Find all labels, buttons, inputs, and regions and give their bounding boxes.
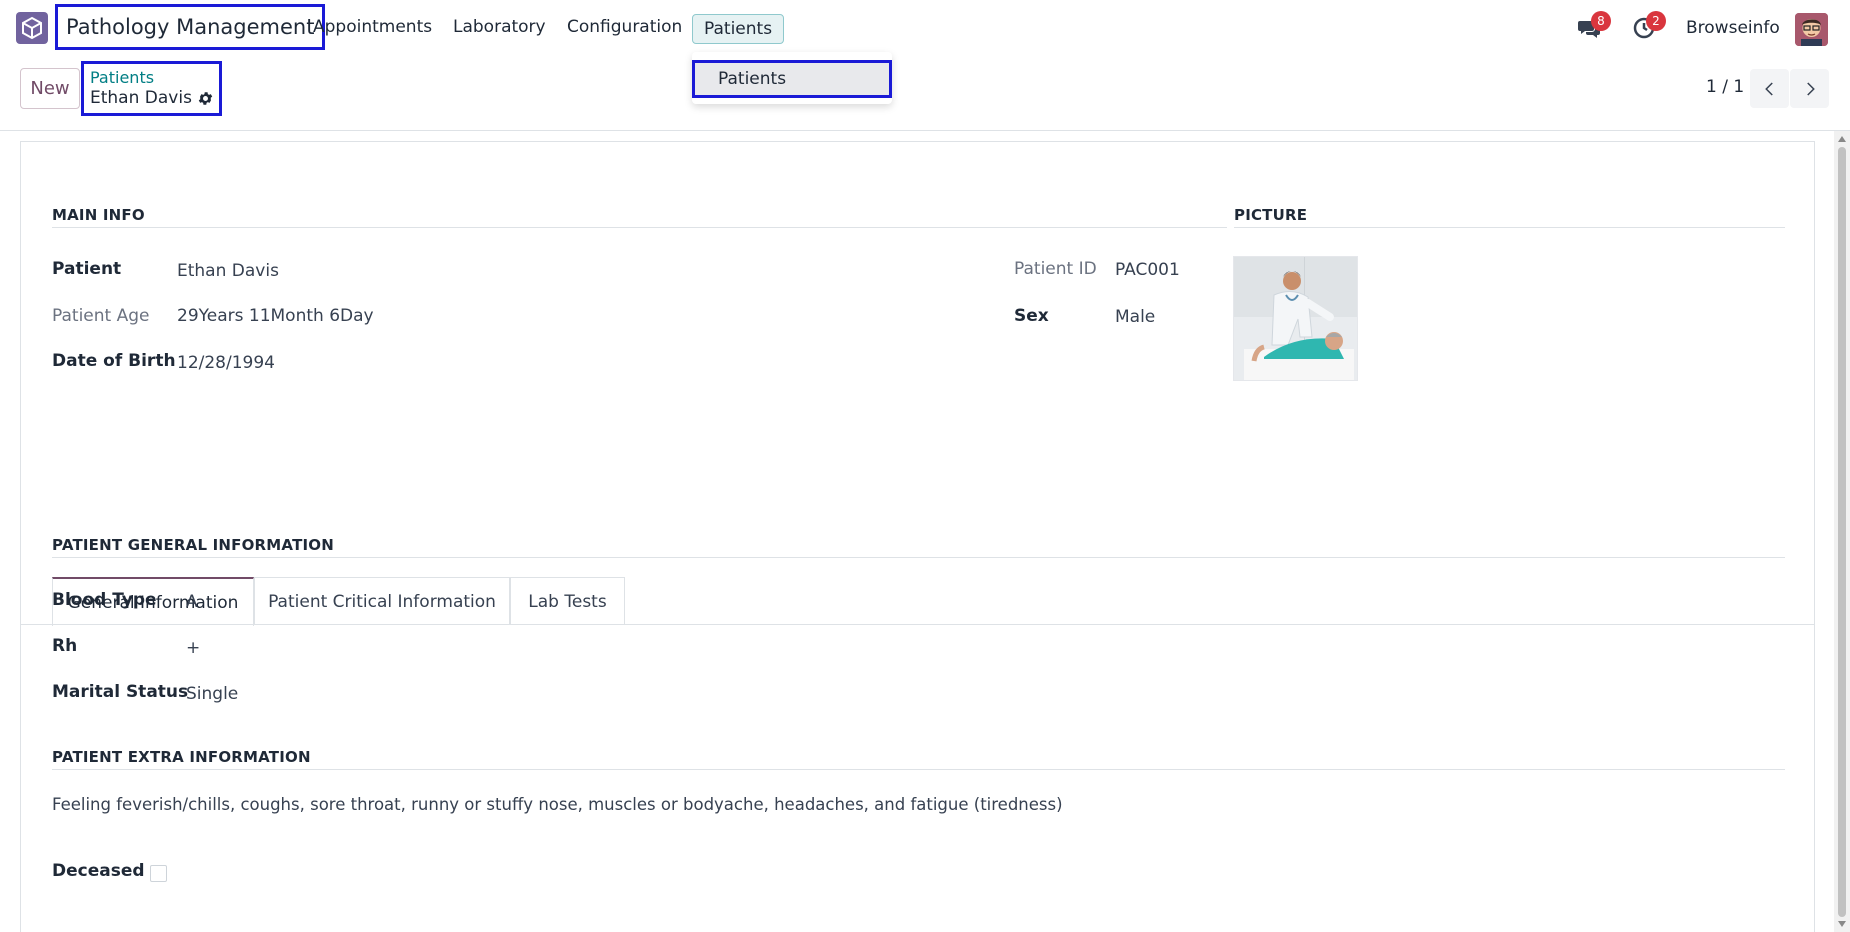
user-avatar[interactable] [1795,13,1828,46]
scrollbar-thumb[interactable] [1838,147,1846,917]
dob-label: Date of Birth [52,351,176,371]
sex-label: Sex [1014,306,1049,326]
dob-field[interactable]: 12/28/1994 [177,353,275,373]
menu-laboratory[interactable]: Laboratory [453,17,546,37]
picture-title: PICTURE [1234,206,1308,224]
patient-label: Patient [52,259,122,279]
pager-next-button[interactable] [1790,69,1829,108]
tab-lab-tests[interactable]: Lab Tests [510,577,625,625]
general-info-divider [52,557,1785,558]
deceased-label: Deceased [52,861,145,881]
picture-divider [1234,227,1785,228]
company-name[interactable]: Browseinfo [1686,18,1780,38]
extra-info-title: PATIENT EXTRA INFORMATION [52,748,311,766]
activities-badge: 2 [1646,11,1666,31]
patients-dropdown: Patients [692,52,892,104]
scroll-up-icon[interactable] [1838,136,1846,142]
pager-previous-button[interactable] [1750,69,1789,108]
marital-status-field[interactable]: Single [186,684,238,704]
blood-type-field[interactable]: A [186,592,198,612]
dropdown-item-patients[interactable]: Patients [692,60,892,98]
patient-field[interactable]: Ethan Davis [177,261,279,281]
breadcrumb-current: Ethan Davis [90,87,219,109]
new-button[interactable]: New [20,68,80,109]
patient-id-value: PAC001 [1115,260,1180,280]
activities-button[interactable]: 2 [1632,11,1666,40]
doctor-patient-image [1234,257,1357,380]
tab-patient-critical-information[interactable]: Patient Critical Information [254,577,510,625]
breadcrumb-patients-link[interactable]: Patients [90,68,219,87]
patient-age-value: 29Years 11Month 6Day [177,306,374,326]
sex-field[interactable]: Male [1115,307,1155,327]
tabs-divider [21,624,1815,625]
general-info-title: PATIENT GENERAL INFORMATION [52,536,334,554]
breadcrumb: Patients Ethan Davis [81,61,222,116]
deceased-checkbox[interactable] [150,865,167,882]
chevron-left-icon [1764,81,1773,96]
app-title[interactable]: Pathology Management [55,4,326,50]
messages-button[interactable]: 8 [1577,11,1611,40]
main-info-divider [52,227,1227,228]
blood-type-label: Blood Type [52,590,157,610]
menu-appointments[interactable]: Appointments [313,17,432,37]
patient-age-label: Patient Age [52,306,150,326]
patient-picture[interactable] [1233,256,1358,381]
menu-patients[interactable]: Patients [692,14,785,44]
pager-value[interactable]: 1 / 1 [1706,77,1744,97]
control-panel-divider [0,130,1850,131]
app-switcher-icon[interactable] [16,12,48,44]
main-info-title: MAIN INFO [52,206,145,224]
top-navbar: Pathology Management Appointments Labora… [0,0,1850,58]
marital-status-label: Marital Status [52,682,189,702]
scroll-down-icon[interactable] [1838,921,1846,927]
rh-field[interactable]: + [186,638,200,658]
gear-icon[interactable] [197,90,214,107]
messages-badge: 8 [1591,11,1611,31]
breadcrumb-current-label: Ethan Davis [90,88,192,108]
extra-info-divider [52,769,1785,770]
menu-configuration[interactable]: Configuration [567,17,682,37]
page-scrollbar[interactable] [1834,131,1850,932]
extra-info-text[interactable]: Feeling feverish/chills, coughs, sore th… [52,795,1063,814]
patient-id-label: Patient ID [1014,259,1097,279]
rh-label: Rh [52,636,78,656]
chevron-right-icon [1806,81,1815,96]
form-sheet: MAIN INFO Patient Ethan Davis Patient Ag… [20,141,1815,932]
